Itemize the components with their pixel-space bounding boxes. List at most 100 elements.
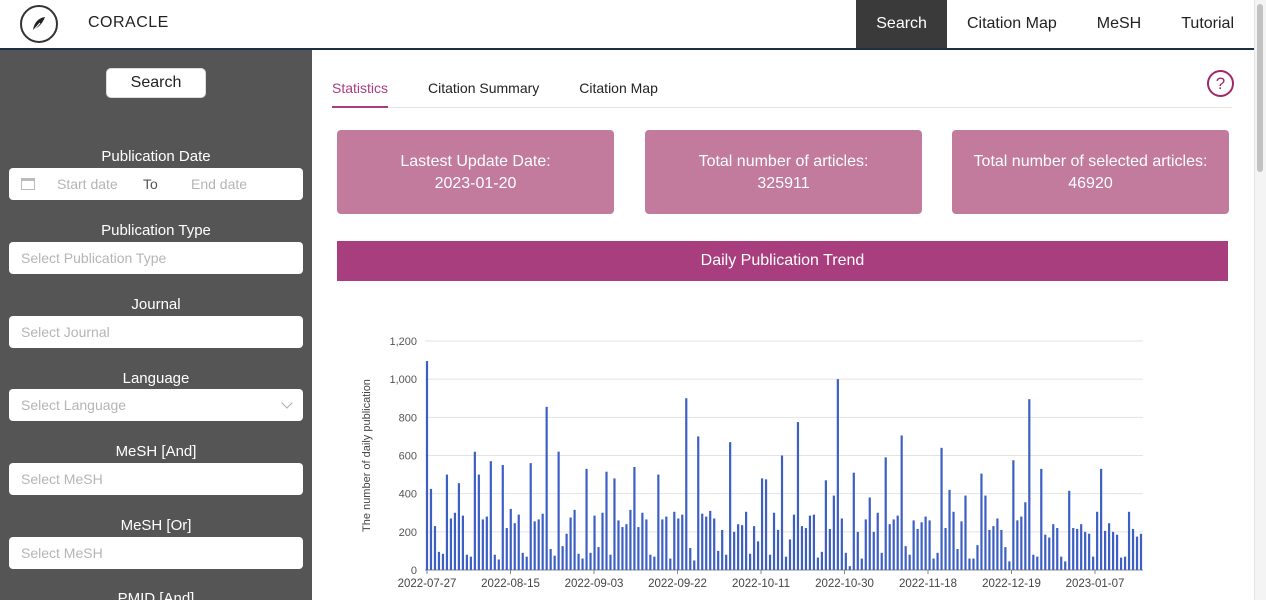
bar	[477, 474, 480, 570]
bar	[501, 465, 504, 570]
bar	[848, 566, 851, 570]
bar	[972, 558, 975, 570]
bar	[992, 526, 995, 570]
bar	[796, 422, 800, 570]
nav-search[interactable]: Search	[856, 0, 947, 48]
x-tick-label: 2022-11-18	[899, 578, 957, 590]
bar	[820, 551, 823, 570]
chart-title: Daily Publication Trend	[337, 241, 1228, 281]
bar	[481, 519, 484, 570]
brand-name[interactable]: CORACLE	[88, 14, 169, 32]
bar	[896, 515, 899, 570]
page-scrollbar[interactable]	[1254, 0, 1266, 600]
nav-citation-map[interactable]: Citation Map	[947, 0, 1077, 48]
bar	[557, 451, 560, 570]
bar	[1100, 468, 1103, 570]
bar	[549, 549, 552, 570]
bar	[884, 457, 887, 570]
scrollbar-thumb[interactable]	[1257, 4, 1263, 172]
stat-card-selected-articles: Total number of selected articles: 46920	[952, 130, 1229, 214]
bar	[425, 361, 429, 570]
bar	[713, 518, 716, 570]
bar	[665, 516, 668, 570]
y-tick-label: 200	[399, 527, 417, 539]
bar	[952, 511, 955, 570]
bar	[433, 526, 437, 570]
search-button[interactable]: Search	[106, 68, 206, 98]
bar	[1064, 561, 1067, 570]
bar	[900, 435, 903, 570]
bar	[617, 520, 620, 570]
bar	[996, 518, 999, 570]
x-tick-label: 2022-10-30	[815, 578, 874, 590]
bar	[1008, 561, 1011, 570]
language-select-value: Select Language	[21, 397, 127, 413]
bar	[725, 554, 728, 570]
bar	[988, 529, 991, 570]
bar	[453, 512, 457, 570]
stat-card-label: Total number of articles:	[698, 153, 869, 170]
journal-select[interactable]: Select Journal	[9, 316, 303, 348]
bar	[1012, 460, 1015, 570]
bar	[1016, 520, 1019, 570]
mesh-or-select[interactable]: Select MeSH	[9, 537, 303, 569]
bar	[429, 488, 433, 570]
nav-tutorial[interactable]: Tutorial	[1161, 0, 1254, 48]
feather-icon	[31, 17, 45, 33]
start-date-input[interactable]: Start date	[57, 176, 143, 192]
bar	[709, 510, 712, 570]
y-tick-label: 1,200	[389, 336, 417, 348]
publication-date-label: Publication Date	[101, 148, 211, 165]
bar	[1080, 524, 1083, 570]
bar	[872, 531, 875, 570]
journal-label: Journal	[131, 296, 181, 313]
bar	[561, 546, 564, 570]
bar	[625, 524, 628, 570]
bar	[1115, 534, 1119, 570]
bar	[705, 516, 708, 570]
filter-sidebar: Search Publication Date Start date To En…	[0, 50, 312, 607]
bar	[469, 556, 472, 570]
bar	[473, 451, 476, 570]
tab-statistics[interactable]: Statistics	[332, 72, 389, 108]
bar	[924, 516, 927, 570]
bar	[760, 478, 764, 570]
pmid-and-label: PMID [And]	[117, 590, 195, 607]
bar	[776, 529, 780, 570]
bar	[1092, 556, 1095, 570]
bar	[904, 546, 907, 570]
bar	[780, 455, 784, 570]
stat-card-value: 46920	[1068, 175, 1113, 192]
bar	[816, 557, 820, 570]
publication-date-range[interactable]: Start date To End date	[9, 168, 303, 200]
bar	[441, 553, 445, 570]
bar	[717, 550, 720, 570]
nav-mesh[interactable]: MeSH	[1077, 0, 1161, 48]
bar	[1068, 490, 1071, 570]
bar	[629, 509, 632, 570]
bar	[824, 480, 827, 570]
language-select[interactable]: Select Language	[9, 389, 303, 421]
bar	[976, 545, 979, 570]
bar	[673, 511, 676, 570]
help-icon[interactable]: ?	[1207, 70, 1234, 97]
bar	[756, 541, 760, 570]
bar	[661, 519, 664, 570]
bar	[980, 473, 983, 570]
bar	[593, 515, 596, 570]
bar	[457, 483, 461, 570]
coracle-logo-icon[interactable]	[20, 5, 58, 43]
bar	[752, 526, 756, 570]
tab-citation-summary[interactable]: Citation Summary	[428, 72, 539, 108]
bar	[1088, 533, 1091, 570]
mesh-and-select[interactable]: Select MeSH	[9, 463, 303, 495]
bar	[689, 548, 692, 570]
bar	[1032, 554, 1035, 570]
bar	[916, 528, 919, 570]
bar	[489, 461, 492, 570]
bar	[956, 549, 959, 570]
mesh-and-label: MeSH [And]	[115, 443, 197, 460]
publication-type-select[interactable]: Select Publication Type	[9, 242, 303, 274]
end-date-input[interactable]: End date	[191, 176, 247, 192]
tab-citation-map[interactable]: Citation Map	[579, 72, 658, 108]
